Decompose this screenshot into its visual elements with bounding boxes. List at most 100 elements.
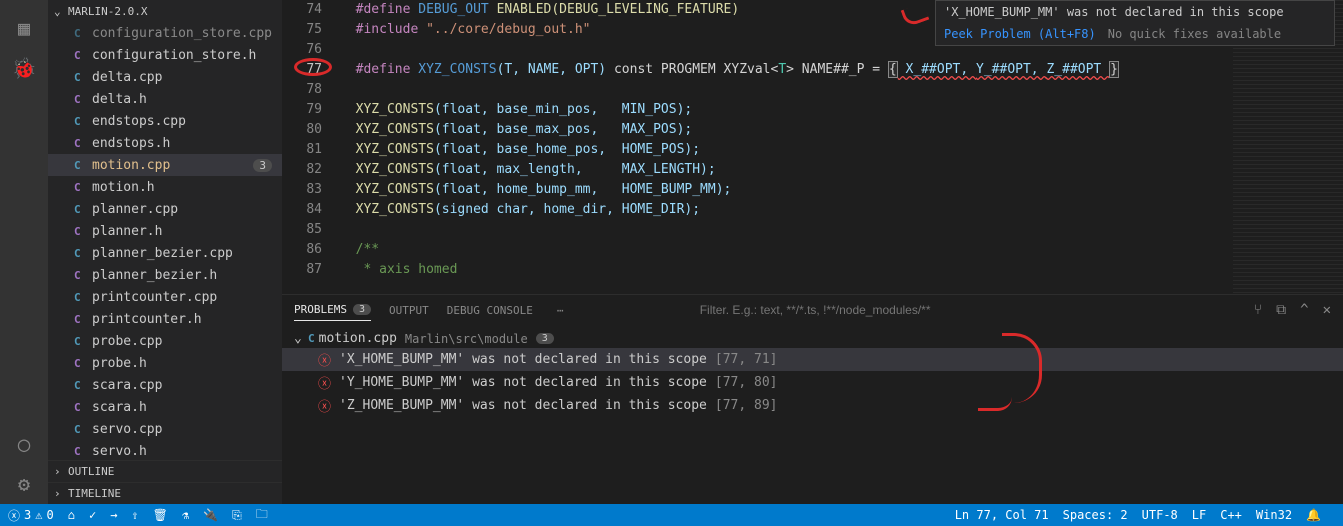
file-icon: C [74,313,92,326]
file-icon: C [74,445,92,458]
status-terminal-icon[interactable]: ⎘ [232,508,242,523]
status-folder-icon[interactable]: 🗀 [256,505,268,526]
problem-message: 'Z_HOME_BUMP_MM' was not declared in thi… [339,398,707,413]
status-monitor-icon[interactable]: 🔌 [203,508,218,522]
file-item[interactable]: Cplanner.cpp [48,198,282,220]
file-icon: C [74,159,92,172]
file-name: servo.cpp [92,422,162,437]
tab-problems[interactable]: PROBLEMS 3 [294,303,371,321]
maximize-panel-icon[interactable]: ^ [1300,302,1308,318]
panel-tabs: PROBLEMS 3 OUTPUT DEBUG CONSOLE ⋯ ⑂ ⧉ ^ … [282,295,1343,325]
status-encoding[interactable]: UTF-8 [1142,508,1178,522]
tab-output[interactable]: OUTPUT [389,304,429,317]
file-name: printcounter.cpp [92,290,217,305]
status-trash-icon[interactable]: 🗑 [153,508,168,522]
file-name: planner_bezier.cpp [92,246,233,261]
outline-label: OUTLINE [68,465,114,478]
file-item[interactable]: Cscara.h [48,396,282,418]
account-icon[interactable]: ◯ [0,424,48,464]
file-item[interactable]: Cplanner_bezier.h [48,264,282,286]
status-errors[interactable]: ⓧ 3 ⚠ 0 [8,507,54,524]
file-item[interactable]: Cprobe.cpp [48,330,282,352]
editor-area: 7475767778798081828384858687 #define DEB… [282,0,1343,504]
problem-message: 'Y_HOME_BUMP_MM' was not declared in thi… [339,375,707,390]
file-icon: C [74,357,92,370]
explorer-root-header[interactable]: ⌄ MARLIN-2.0.X [48,0,282,22]
status-home-icon[interactable]: ⌂ [68,508,75,522]
file-item[interactable]: Cplanner.h [48,220,282,242]
file-name: endstops.cpp [92,114,186,129]
status-lang[interactable]: C++ [1220,508,1242,522]
bug-icon[interactable]: 🐞 [0,48,48,88]
file-item[interactable]: Cconfiguration_store.cpp [48,22,282,44]
file-item[interactable]: Cservo.h [48,440,282,460]
file-name: planner.cpp [92,202,178,217]
file-name: scara.h [92,400,147,415]
chevron-down-icon: ⌄ [54,5,68,18]
file-icon: C [74,379,92,392]
status-eol[interactable]: LF [1192,508,1206,522]
file-name: configuration_store.h [92,48,256,63]
status-build-icon[interactable]: → [110,508,117,522]
status-check-icon[interactable]: ✓ [89,508,96,522]
file-item[interactable]: Cmotion.h [48,176,282,198]
file-icon: C [74,401,92,414]
file-name: scara.cpp [92,378,162,393]
file-item[interactable]: Cscara.cpp [48,374,282,396]
file-badge: 3 [253,159,272,172]
tab-debug-console[interactable]: DEBUG CONSOLE [447,304,533,317]
explorer-root-label: MARLIN-2.0.X [68,5,147,18]
file-name: servo.h [92,444,147,459]
blocks-icon[interactable]: ▦ [0,8,48,48]
close-panel-icon[interactable]: ✕ [1323,302,1331,318]
file-name: probe.h [92,356,147,371]
problem-item[interactable]: ⓧ'X_HOME_BUMP_MM' was not declared in th… [282,348,1343,371]
file-item[interactable]: Cmotion.cpp 3 [48,154,282,176]
timeline-label: TIMELINE [68,487,121,500]
problem-item[interactable]: ⓧ 'Z_HOME_BUMP_MM' was not declared in th… [282,394,1343,417]
collapse-icon[interactable]: ⧉ [1276,302,1286,318]
file-item[interactable]: Cdelta.cpp [48,66,282,88]
editor-pane[interactable]: 7475767778798081828384858687 #define DEB… [282,0,1343,294]
status-platform[interactable]: Win32 [1256,508,1292,522]
problem-file-name: motion.cpp [319,331,397,346]
problem-file-badge: 3 [536,333,554,344]
problem-file-path: Marlin\src\module [405,332,528,346]
problem-location: [77, 80] [715,375,778,390]
peek-problem-link[interactable]: Peek Problem (Alt+F8) [944,27,1096,41]
problems-filter-input[interactable] [694,299,1254,321]
chevron-right-icon: › [54,465,68,478]
status-upload-icon[interactable]: ⇪ [131,508,138,522]
file-item[interactable]: Cendstops.h [48,132,282,154]
file-name: planner.h [92,224,162,239]
c-file-icon: C [308,332,315,345]
file-item[interactable]: Cservo.cpp [48,418,282,440]
error-icon: ⓧ [318,373,331,392]
file-item[interactable]: Cprintcounter.h [48,308,282,330]
status-test-icon[interactable]: ⚗ [182,508,189,522]
tab-overflow[interactable]: ⋯ [557,304,564,317]
file-item[interactable]: Cprobe.h [48,352,282,374]
problem-message: 'X_HOME_BUMP_MM' was not declared in thi… [339,352,707,367]
status-spaces[interactable]: Spaces: 2 [1063,508,1128,522]
file-item[interactable]: Cprintcounter.cpp [48,286,282,308]
file-icon: C [74,335,92,348]
file-item[interactable]: Cendstops.cpp [48,110,282,132]
outline-section[interactable]: › OUTLINE [48,460,282,482]
problems-badge: 3 [353,304,371,315]
status-ln-col[interactable]: Ln 77, Col 71 [955,508,1049,522]
problem-file-row[interactable]: ⌄ C motion.cpp Marlin\src\module 3 [282,329,1343,348]
file-item[interactable]: Cdelta.h [48,88,282,110]
file-name: motion.cpp [92,158,170,173]
settings-icon[interactable]: ⚙ [0,464,48,504]
file-item[interactable]: Cconfiguration_store.h [48,44,282,66]
problem-item[interactable]: ⓧ 'Y_HOME_BUMP_MM' was not declared in th… [282,371,1343,394]
status-bell-icon[interactable]: 🔔 [1306,508,1321,522]
filter-icon[interactable]: ⑂ [1254,302,1262,318]
status-bar: ⓧ 3 ⚠ 0 ⌂ ✓ → ⇪ 🗑 ⚗ 🔌 ⎘ 🗀 Ln 77, Col 71 … [0,504,1343,526]
file-item[interactable]: Cplanner_bezier.cpp [48,242,282,264]
error-icon: ⓧ [318,396,331,415]
file-icon: C [74,203,92,216]
line-gutter: 7475767778798081828384858687 [282,0,340,294]
timeline-section[interactable]: › TIMELINE [48,482,282,504]
